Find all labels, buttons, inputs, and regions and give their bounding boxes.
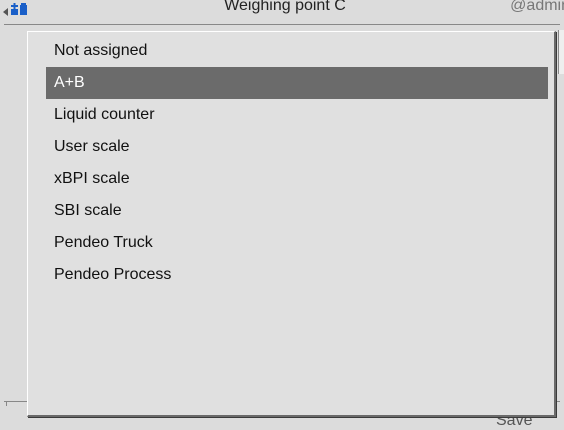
dropdown-option[interactable]: A+B bbox=[46, 67, 548, 99]
device-logo-icon bbox=[10, 3, 28, 17]
window-header: Weighing point C @admin bbox=[0, 0, 564, 26]
back-arrow-icon[interactable] bbox=[3, 8, 8, 16]
option-list: Not assigned A+B Liquid counter User scale x… bbox=[46, 35, 548, 291]
background-field-edge bbox=[558, 30, 564, 74]
dropdown-option[interactable]: Pendeo Truck bbox=[46, 227, 548, 259]
header-divider bbox=[4, 24, 560, 25]
option-dropdown[interactable]: Not assigned A+B Liquid counter User scale x… bbox=[27, 31, 556, 417]
user-label: @admin bbox=[510, 0, 564, 14]
dropdown-option[interactable]: xBPI scale bbox=[46, 163, 548, 195]
dropdown-option[interactable]: Not assigned bbox=[46, 35, 548, 67]
page-title: Weighing point C bbox=[224, 0, 346, 14]
dropdown-option[interactable]: Pendeo Process bbox=[46, 259, 548, 291]
dropdown-option[interactable]: Liquid counter bbox=[46, 99, 548, 131]
dropdown-option[interactable]: SBI scale bbox=[46, 195, 548, 227]
footer-divider-tick bbox=[6, 401, 7, 406]
dropdown-option[interactable]: User scale bbox=[46, 131, 548, 163]
